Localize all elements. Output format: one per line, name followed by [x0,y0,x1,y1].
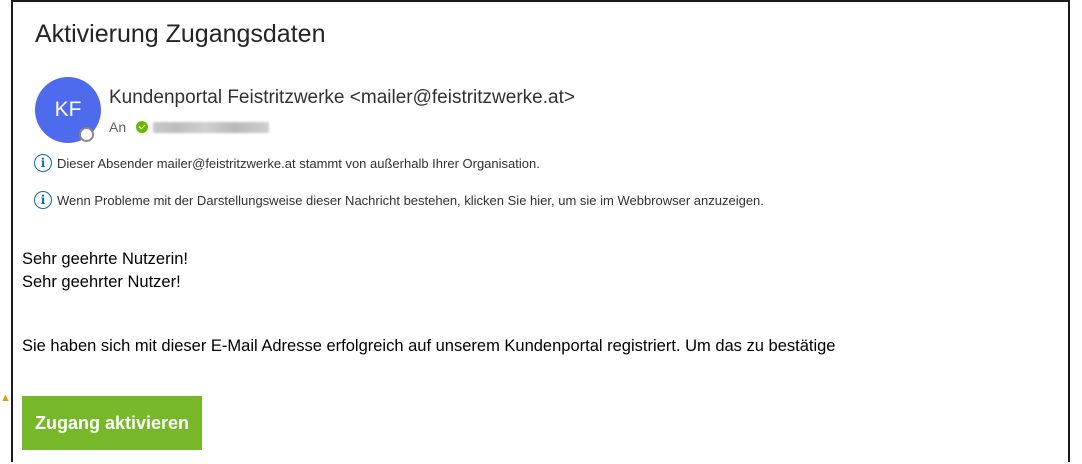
email-subject: Aktivierung Zugangsdaten [35,20,326,48]
external-sender-text: Dieser Absender mailer@feistritzwerke.at… [57,155,540,171]
greeting-line-2: Sehr geehrter Nutzer! [22,273,181,291]
email-reading-pane: Aktivierung Zugangsdaten KF Kundenportal… [11,0,1070,462]
sender-name[interactable]: Kundenportal Feistritzwerke <mailer@feis… [109,87,575,109]
greeting-line-1: Sehr geehrte Nutzerin! [22,250,189,268]
external-sender-banner: i Dieser Absender mailer@feistritzwerke.… [34,154,540,172]
info-circle-icon: i [34,191,52,209]
sender-initials: KF [54,98,82,121]
view-in-browser-text[interactable]: Wenn Probleme mit der Darstellungsweise … [57,193,764,208]
online-check-icon [136,121,149,133]
view-in-browser-banner[interactable]: i Wenn Probleme mit der Darstellungsweis… [34,191,764,209]
recipient-name-redacted[interactable] [153,121,270,133]
info-circle-icon: i [34,154,52,172]
body-paragraph: Sie haben sich mit dieser E-Mail Adresse… [22,337,836,355]
corner-mark: ▲ [0,392,11,404]
to-label: An [109,119,127,135]
recipient-row: An [109,119,270,135]
activate-account-button[interactable]: Zugang aktivieren [22,396,202,450]
presence-status-icon [79,127,94,142]
